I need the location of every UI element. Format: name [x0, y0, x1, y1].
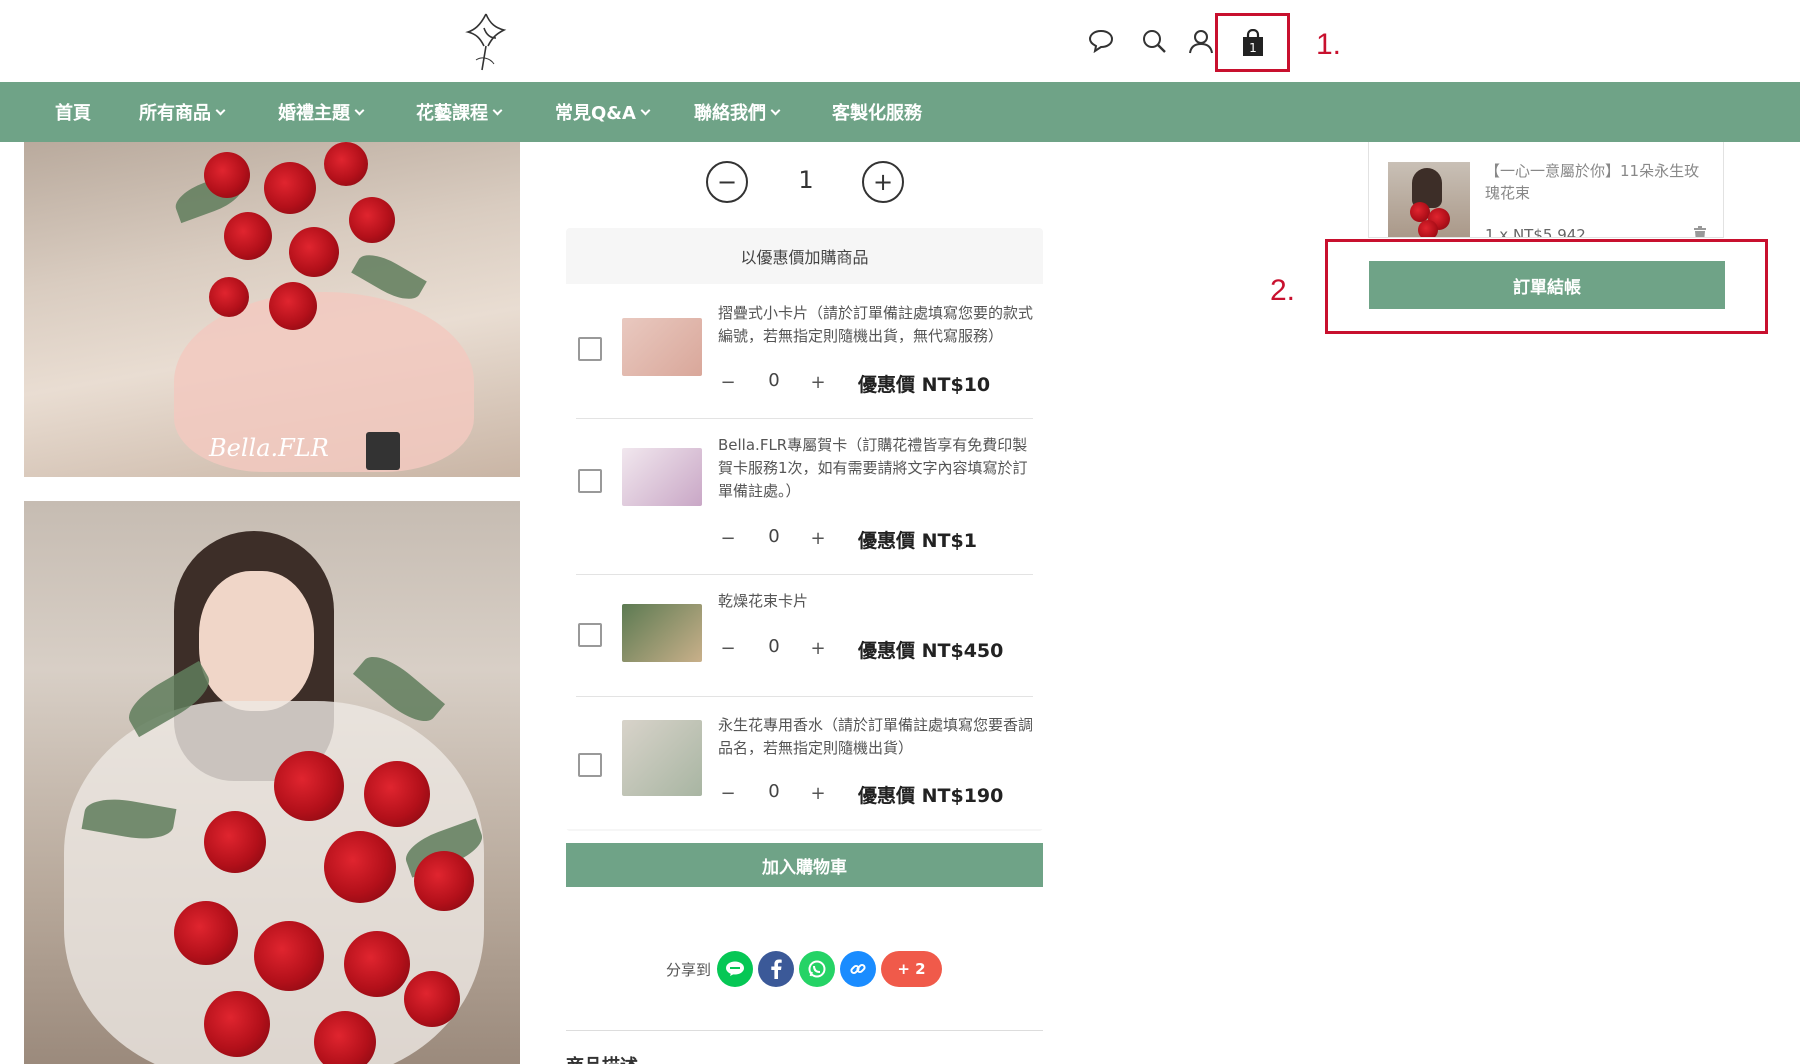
addon-thumbnail [622, 448, 702, 506]
copy-link-icon[interactable] [840, 951, 877, 987]
annotation-step-2: 2. [1270, 274, 1296, 307]
search-icon[interactable] [1139, 26, 1169, 56]
photo-watermark: Bella.FLR [209, 434, 329, 462]
trash-icon[interactable] [1693, 226, 1707, 237]
nav-label: 首頁 [55, 103, 91, 124]
addon-minus-button[interactable]: − [716, 781, 740, 805]
addon-item: 摺疊式小卡片（請於訂單備註處填寫您要的款式編號，若無指定則隨機出貨，無代寫服務）… [566, 284, 1043, 418]
addon-qty[interactable]: 0 [759, 636, 789, 657]
cart-item-thumbnail[interactable] [1388, 162, 1470, 237]
whatsapp-icon[interactable] [799, 951, 836, 987]
cart-dropdown: 【一心一意屬於你】11朵永生玫瑰花束 1 x NT$5,942 [1368, 142, 1724, 238]
addon-price: 優惠價 NT$1 [858, 530, 977, 552]
nav-item-wedding[interactable]: 婚禮主題 [278, 82, 365, 142]
nav-item-contact[interactable]: 聯絡我們 [694, 82, 781, 142]
addon-item: 永生花專用香水（請於訂單備註處填寫您要香調品名，若無指定則隨機出貨） − 0 +… [566, 696, 1043, 829]
addon-checkbox[interactable] [578, 623, 602, 647]
annotation-highlight-box [1325, 239, 1768, 334]
page: 1 1. 首頁 所有商品 婚禮主題 花藝課程 常見Q&A 聯絡我們 客製化服務 … [0, 0, 1800, 1064]
nav-label: 花藝課程 [416, 103, 488, 124]
product-photo-2[interactable] [24, 501, 520, 1064]
chevron-down-icon [354, 105, 365, 115]
addon-checkbox[interactable] [578, 753, 602, 777]
chevron-down-icon [492, 105, 503, 115]
user-icon[interactable] [1186, 26, 1216, 56]
nav-label: 婚禮主題 [278, 103, 350, 124]
product-photo-1[interactable]: Bella.FLR [24, 142, 520, 477]
nav-item-all-products[interactable]: 所有商品 [139, 82, 226, 142]
share-label: 分享到 [666, 960, 712, 979]
nav-item-custom-service[interactable]: 客製化服務 [832, 82, 922, 142]
divider [566, 1030, 1043, 1031]
addon-price: 優惠價 NT$450 [858, 640, 1004, 662]
nav-item-home[interactable]: 首頁 [55, 82, 91, 142]
addon-plus-button[interactable]: + [806, 526, 830, 550]
share-row: 分享到 + 2 [666, 950, 943, 988]
annotation-step-1: 1. [1316, 28, 1342, 61]
addon-plus-button[interactable]: + [806, 781, 830, 805]
main-nav: 首頁 所有商品 婚禮主題 花藝課程 常見Q&A 聯絡我們 客製化服務 [0, 82, 1800, 142]
more-share-button[interactable]: + 2 [881, 951, 943, 987]
addon-qty[interactable]: 0 [759, 781, 789, 802]
addon-plus-button[interactable]: + [806, 636, 830, 660]
chevron-down-icon [640, 105, 651, 115]
chat-icon[interactable] [1086, 26, 1116, 56]
addon-minus-button[interactable]: − [716, 370, 740, 394]
addon-qty[interactable]: 0 [759, 526, 789, 547]
cart-count: 1 [1249, 41, 1257, 55]
quantity-plus-button[interactable]: + [862, 161, 904, 203]
nav-item-faq[interactable]: 常見Q&A [555, 82, 651, 142]
nav-label: 常見Q&A [555, 103, 636, 124]
chevron-down-icon [770, 105, 781, 115]
addon-thumbnail [622, 720, 702, 796]
nav-label: 聯絡我們 [694, 103, 766, 124]
description-title[interactable]: 商品描述 [566, 1052, 638, 1064]
addon-qty[interactable]: 0 [759, 370, 789, 391]
add-to-cart-button[interactable]: 加入購物車 [566, 843, 1043, 887]
nav-label: 所有商品 [139, 103, 211, 124]
addon-list: 摺疊式小卡片（請於訂單備註處填寫您要的款式編號，若無指定則隨機出貨，無代寫服務）… [566, 284, 1043, 829]
addon-minus-button[interactable]: − [716, 636, 740, 660]
cart-item-name[interactable]: 【一心一意屬於你】11朵永生玫瑰花束 [1485, 160, 1705, 204]
addon-item: Bella.FLR專屬賀卡（訂購花禮皆享有免費印製賀卡服務1次，如有需要請將文字… [566, 418, 1043, 574]
addon-checkbox[interactable] [578, 469, 602, 493]
line-icon[interactable] [717, 951, 754, 987]
addon-thumbnail [622, 604, 702, 662]
nav-item-courses[interactable]: 花藝課程 [416, 82, 503, 142]
addon-thumbnail [622, 318, 702, 376]
site-header: 1 1. [0, 0, 1800, 82]
addon-plus-button[interactable]: + [806, 370, 830, 394]
nav-label: 客製化服務 [832, 103, 922, 124]
addon-panel: 以優惠價加購商品 摺疊式小卡片（請於訂單備註處填寫您要的款式編號，若無指定則隨機… [566, 228, 1043, 831]
addon-name: Bella.FLR專屬賀卡（訂購花禮皆享有免費印製賀卡服務1次，如有需要請將文字… [718, 436, 1028, 500]
addon-minus-button[interactable]: − [716, 526, 740, 550]
quantity-value[interactable]: 1 [780, 166, 832, 194]
addon-price: 優惠價 NT$10 [858, 374, 991, 396]
addon-title: 以優惠價加購商品 [740, 248, 869, 267]
shopping-bag-icon[interactable]: 1 [1215, 13, 1290, 72]
addon-checkbox[interactable] [578, 337, 602, 361]
chevron-down-icon [215, 105, 226, 115]
brand-logo[interactable] [456, 8, 516, 76]
addon-name: 摺疊式小卡片（請於訂單備註處填寫您要的款式編號，若無指定則隨機出貨，無代寫服務） [718, 304, 1034, 345]
addon-price: 優惠價 NT$190 [858, 785, 1004, 807]
addon-name: 永生花專用香水（請於訂單備註處填寫您要香調品名，若無指定則隨機出貨） [718, 716, 1034, 757]
facebook-icon[interactable] [758, 951, 795, 987]
addon-name: 乾燥花束卡片 [718, 592, 809, 610]
addon-item: 乾燥花束卡片 − 0 + 優惠價 NT$450 [566, 574, 1043, 696]
cart-item-qty-price: 1 x NT$5,942 [1485, 226, 1586, 238]
quantity-minus-button[interactable]: − [706, 161, 748, 203]
